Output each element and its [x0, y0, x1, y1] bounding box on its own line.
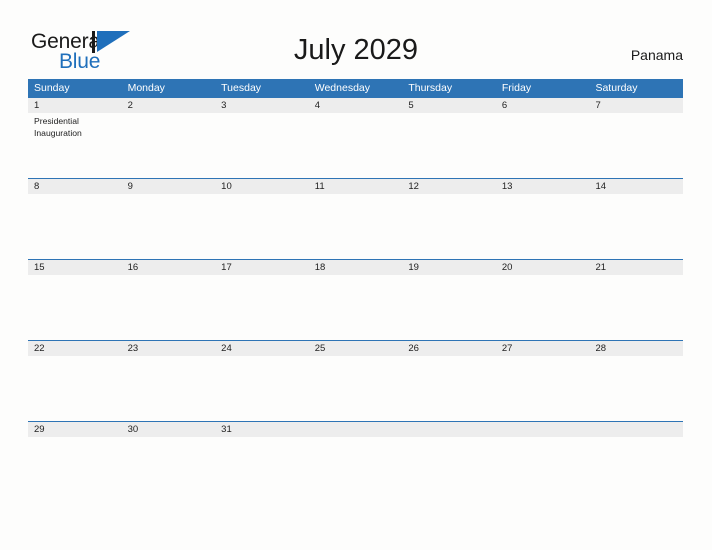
week-event-band — [28, 194, 683, 259]
day-cell-events[interactable] — [589, 113, 683, 178]
day-cell-events[interactable] — [402, 194, 496, 259]
day-cell-events[interactable] — [215, 356, 309, 421]
day-cell-events[interactable] — [589, 275, 683, 340]
day-cell-events[interactable] — [309, 356, 403, 421]
date-number-cell[interactable]: 24 — [215, 341, 309, 356]
calendar-grid: Sunday Monday Tuesday Wednesday Thursday… — [28, 79, 683, 473]
day-of-week-header-row: Sunday Monday Tuesday Wednesday Thursday… — [28, 79, 683, 97]
date-number-cell[interactable]: 27 — [496, 341, 590, 356]
calendar-week-row: 29 30 31 — [28, 421, 683, 473]
calendar-week-row: 22 23 24 25 26 27 28 — [28, 340, 683, 421]
day-header-friday: Friday — [501, 82, 532, 94]
date-number-cell[interactable]: 5 — [402, 98, 496, 113]
day-cell-events[interactable] — [589, 356, 683, 421]
day-cell-events — [309, 437, 403, 473]
date-number-cell[interactable]: 22 — [28, 341, 122, 356]
date-number-cell[interactable]: 7 — [589, 98, 683, 113]
date-number-cell[interactable]: 18 — [309, 260, 403, 275]
date-number-cell[interactable]: 30 — [122, 422, 216, 437]
date-number-cell[interactable]: 6 — [496, 98, 590, 113]
calendar-page: General Blue July 2029 Panama Sunday Mon… — [0, 0, 712, 550]
calendar-week-row: 1 2 3 4 5 6 7 Presidential Inauguration — [28, 97, 683, 178]
day-cell-events[interactable] — [309, 275, 403, 340]
day-header-sunday: Sunday — [34, 82, 70, 94]
date-number-cell[interactable]: 29 — [28, 422, 122, 437]
day-cell-events[interactable] — [309, 194, 403, 259]
day-header-thursday: Thursday — [408, 82, 453, 94]
date-number-cell[interactable]: 4 — [309, 98, 403, 113]
day-cell-events[interactable] — [122, 356, 216, 421]
day-header-monday: Monday — [127, 82, 165, 94]
day-cell-events[interactable] — [122, 275, 216, 340]
week-event-band — [28, 356, 683, 421]
day-cell-events[interactable] — [496, 194, 590, 259]
calendar-week-row: 8 9 10 11 12 13 14 — [28, 178, 683, 259]
week-event-band — [28, 275, 683, 340]
day-header-wednesday: Wednesday — [314, 82, 370, 94]
date-number-cell-empty — [589, 422, 683, 437]
day-cell-events[interactable] — [122, 194, 216, 259]
date-number-cell[interactable]: 26 — [402, 341, 496, 356]
day-cell-events[interactable] — [402, 275, 496, 340]
week-date-band: 22 23 24 25 26 27 28 — [28, 340, 683, 356]
date-number-cell[interactable]: 2 — [122, 98, 216, 113]
date-number-cell[interactable]: 15 — [28, 260, 122, 275]
date-number-cell[interactable]: 13 — [496, 179, 590, 194]
week-date-band: 1 2 3 4 5 6 7 — [28, 97, 683, 113]
day-header-saturday: Saturday — [595, 82, 638, 94]
date-number-cell[interactable]: 31 — [215, 422, 309, 437]
day-cell-events[interactable] — [215, 194, 309, 259]
day-cell-events[interactable] — [402, 356, 496, 421]
day-cell-events — [402, 437, 496, 473]
day-cell-events[interactable] — [496, 113, 590, 178]
date-number-cell[interactable]: 14 — [589, 179, 683, 194]
date-number-cell[interactable]: 1 — [28, 98, 122, 113]
day-cell-events — [589, 437, 683, 473]
day-cell-events[interactable] — [122, 113, 216, 178]
calendar-week-row: 15 16 17 18 19 20 21 — [28, 259, 683, 340]
event-label: Presidential Inauguration — [34, 116, 82, 138]
day-cell-events[interactable] — [402, 113, 496, 178]
day-cell-events[interactable] — [28, 356, 122, 421]
day-cell-events[interactable]: Presidential Inauguration — [28, 113, 122, 178]
date-number-cell[interactable]: 23 — [122, 341, 216, 356]
date-number-cell-empty — [496, 422, 590, 437]
date-number-cell[interactable]: 21 — [589, 260, 683, 275]
week-event-band: Presidential Inauguration — [28, 113, 683, 178]
date-number-cell-empty — [309, 422, 403, 437]
day-cell-events[interactable] — [215, 275, 309, 340]
date-number-cell[interactable]: 8 — [28, 179, 122, 194]
date-number-cell[interactable]: 17 — [215, 260, 309, 275]
date-number-cell[interactable]: 16 — [122, 260, 216, 275]
date-number-cell[interactable]: 28 — [589, 341, 683, 356]
date-number-cell[interactable]: 20 — [496, 260, 590, 275]
week-date-band: 29 30 31 — [28, 421, 683, 437]
day-cell-events[interactable] — [309, 113, 403, 178]
day-cell-events[interactable] — [28, 437, 122, 473]
date-number-cell[interactable]: 11 — [309, 179, 403, 194]
day-cell-events[interactable] — [496, 275, 590, 340]
day-cell-events[interactable] — [28, 275, 122, 340]
week-date-band: 15 16 17 18 19 20 21 — [28, 259, 683, 275]
day-cell-events[interactable] — [122, 437, 216, 473]
page-header: General Blue July 2029 Panama — [0, 0, 712, 78]
day-cell-events[interactable] — [496, 356, 590, 421]
day-header-tuesday: Tuesday — [221, 82, 262, 94]
day-cell-events[interactable] — [215, 113, 309, 178]
day-cell-events[interactable] — [589, 194, 683, 259]
date-number-cell[interactable]: 3 — [215, 98, 309, 113]
page-title: July 2029 — [293, 34, 419, 66]
date-number-cell[interactable]: 9 — [122, 179, 216, 194]
day-cell-events — [496, 437, 590, 473]
date-number-cell[interactable]: 12 — [402, 179, 496, 194]
date-number-cell-empty — [402, 422, 496, 437]
week-date-band: 8 9 10 11 12 13 14 — [28, 178, 683, 194]
day-cell-events[interactable] — [28, 194, 122, 259]
week-event-band — [28, 437, 683, 473]
date-number-cell[interactable]: 25 — [309, 341, 403, 356]
date-number-cell[interactable]: 10 — [215, 179, 309, 194]
country-label: Panama — [630, 47, 683, 63]
date-number-cell[interactable]: 19 — [402, 260, 496, 275]
day-cell-events[interactable] — [215, 437, 309, 473]
